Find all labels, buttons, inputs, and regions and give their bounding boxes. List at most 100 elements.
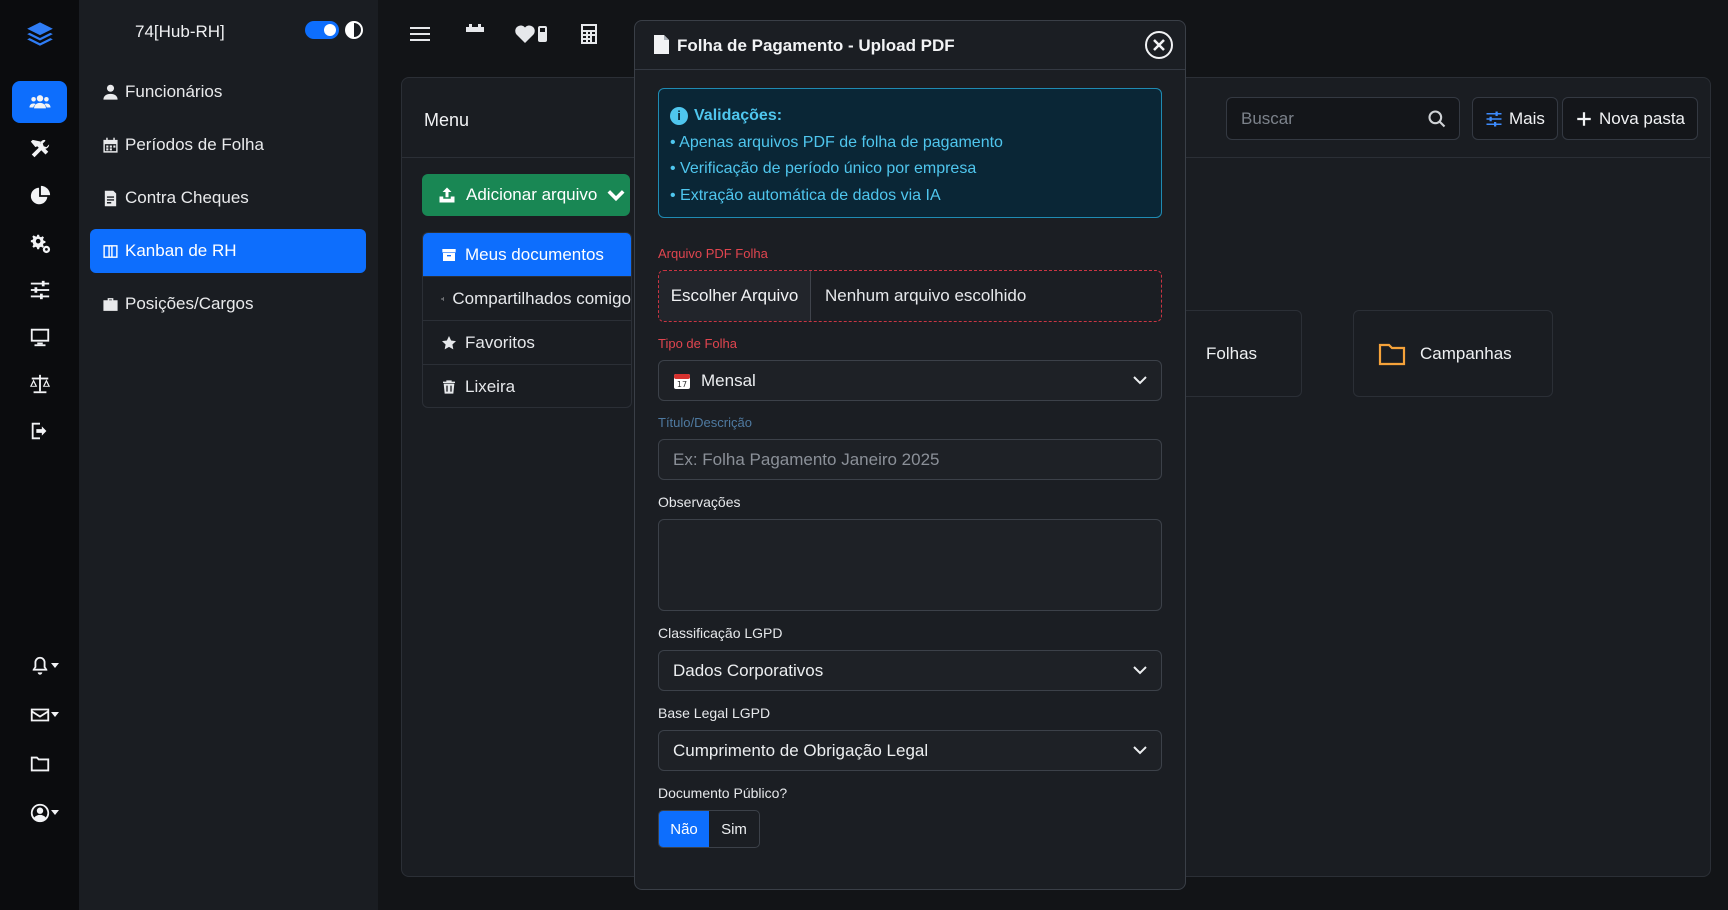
new-folder-label: Nova pasta: [1599, 108, 1685, 128]
new-folder-button[interactable]: Nova pasta: [1562, 97, 1698, 140]
kanban-columns-icon: [103, 244, 118, 258]
scale-balance-icon[interactable]: [12, 363, 67, 405]
folder-card-label: Campanhas: [1420, 343, 1512, 363]
sidebar-item-periodos[interactable]: Períodos de Folha: [90, 123, 366, 167]
modal-body: i Validações: • Apenas arquivos PDF de f…: [658, 88, 1162, 848]
choose-file-button[interactable]: Escolher Arquivo: [659, 271, 811, 321]
title-label: Título/Descrição: [658, 415, 752, 430]
type-label: Tipo de Folha: [658, 336, 738, 351]
sidebar-item-kanban[interactable]: Kanban de RH: [90, 229, 366, 273]
alert-line: • Extração automática de dados via IA: [670, 186, 941, 204]
calendar-icon[interactable]: [463, 22, 489, 48]
sidebar-item-posicoes[interactable]: Posições/Cargos: [90, 282, 366, 326]
upload-modal: Folha de Pagamento - Upload PDF i Valida…: [634, 20, 1186, 890]
notes-textarea[interactable]: [659, 520, 1161, 610]
bell-icon[interactable]: [12, 645, 67, 687]
info-icon: i: [670, 107, 688, 126]
type-select[interactable]: 17 Mensal: [658, 360, 1162, 401]
svg-text:17: 17: [677, 380, 687, 389]
page-title: Menu: [424, 110, 470, 130]
upload-icon: [439, 187, 455, 203]
title-input[interactable]: [659, 440, 1161, 479]
more-button-label: Mais: [1509, 108, 1545, 128]
file-input[interactable]: Escolher Arquivo Nenhum arquivo escolhid…: [658, 270, 1162, 322]
close-button[interactable]: [1145, 31, 1173, 59]
share-nodes-icon: [441, 297, 445, 300]
folder-icon[interactable]: [12, 743, 67, 785]
alert-line: • Verificação de período único por empre…: [670, 160, 977, 177]
sliders-icon[interactable]: [12, 269, 67, 311]
folder-icon: [1378, 343, 1406, 365]
documents-menu: Meus documentos Compartilhados comigo Fa…: [422, 232, 632, 408]
logout-icon[interactable]: [12, 410, 67, 452]
lgpd-class-label: Classificação LGPD: [658, 625, 783, 641]
menu-item-label: Meus documentos: [465, 244, 604, 264]
type-select-value: Mensal: [701, 370, 756, 390]
sidebar-item-label: Posições/Cargos: [125, 294, 254, 313]
notes-label: Observações: [658, 494, 741, 510]
add-file-button[interactable]: Adicionar arquivo: [422, 174, 630, 216]
modal-title: Folha de Pagamento - Upload PDF: [677, 36, 955, 55]
more-button[interactable]: Mais: [1472, 97, 1558, 140]
folder-card-campanhas[interactable]: Campanhas: [1353, 310, 1553, 397]
hamburger-menu-icon[interactable]: [408, 22, 434, 48]
search-input[interactable]: [1227, 98, 1459, 139]
tools-icon[interactable]: [12, 128, 67, 170]
lgpd-base-label: Base Legal LGPD: [658, 705, 771, 721]
receipt-icon: [104, 190, 117, 206]
star-icon: [442, 335, 456, 349]
close-icon: [1153, 39, 1165, 51]
chevron-down-icon: [1133, 666, 1147, 675]
chevron-down-icon: [1133, 746, 1147, 755]
sidebar-item-contra-cheques[interactable]: Contra Cheques: [90, 176, 366, 220]
alert-line: • Apenas arquivos PDF de folha de pagame…: [670, 133, 1003, 151]
modal-header: Folha de Pagamento - Upload PDF: [635, 21, 1185, 70]
sidebar-toggle-switch[interactable]: [305, 21, 339, 39]
search-box: [1226, 97, 1460, 140]
menu-item-my-documents[interactable]: Meus documentos: [423, 233, 631, 277]
add-file-label: Adicionar arquivo: [466, 185, 598, 204]
trash-icon: [443, 380, 455, 394]
menu-item-favorites[interactable]: Favoritos: [423, 321, 631, 365]
calendar-grid-icon: [103, 137, 118, 153]
plus-icon: [1577, 111, 1591, 126]
icon-rail: [0, 0, 79, 910]
lgpd-base-select[interactable]: Cumprimento de Obrigação Legal: [658, 730, 1162, 771]
public-yes-button[interactable]: Sim: [709, 811, 759, 847]
menu-item-shared[interactable]: Compartilhados comigo: [423, 277, 631, 321]
public-toggle-group: Não Sim: [658, 810, 760, 848]
title-field: [658, 439, 1162, 480]
user-tie-icon: [103, 84, 118, 100]
envelope-icon[interactable]: [12, 694, 67, 736]
chevron-down-icon: [1133, 376, 1147, 385]
lgpd-base-value: Cumprimento de Obrigação Legal: [673, 740, 929, 760]
user-circle-icon[interactable]: [12, 792, 67, 834]
sidebar-item-funcionarios[interactable]: Funcionários: [90, 70, 366, 114]
archive-box-icon: [442, 248, 456, 261]
monitor-icon[interactable]: [12, 316, 67, 358]
lgpd-class-value: Dados Corporativos: [673, 660, 824, 680]
alert-heading: Validações:: [694, 107, 783, 124]
file-status-text: Nenhum arquivo escolhido: [825, 286, 1027, 305]
sliders-icon: [1486, 111, 1502, 126]
layers-logo-icon[interactable]: [12, 13, 67, 55]
sidebar-item-label: Funcionários: [125, 82, 223, 101]
folder-card-label: Folhas: [1206, 343, 1258, 363]
calculator-icon[interactable]: [577, 22, 603, 48]
file-label: Arquivo PDF Folha: [658, 246, 768, 261]
menu-item-label: Compartilhados comigo: [452, 288, 631, 308]
validation-alert: i Validações: • Apenas arquivos PDF de f…: [658, 88, 1162, 218]
menu-item-label: Favoritos: [465, 332, 535, 352]
gears-icon[interactable]: [12, 222, 67, 264]
pie-chart-icon[interactable]: [12, 175, 67, 217]
document-icon: [654, 35, 669, 54]
contrast-icon[interactable]: [345, 21, 363, 39]
sidebar: 74[Hub-RH] Funcionários Períodos de Folh…: [79, 0, 378, 910]
public-label: Documento Público?: [658, 785, 788, 801]
public-no-button[interactable]: Não: [659, 811, 709, 847]
lgpd-class-select[interactable]: Dados Corporativos: [658, 650, 1162, 691]
users-icon[interactable]: [12, 81, 67, 123]
menu-item-trash[interactable]: Lixeira: [423, 365, 631, 407]
chevron-down-icon: [607, 190, 625, 202]
health-heart-icon[interactable]: [514, 22, 554, 48]
